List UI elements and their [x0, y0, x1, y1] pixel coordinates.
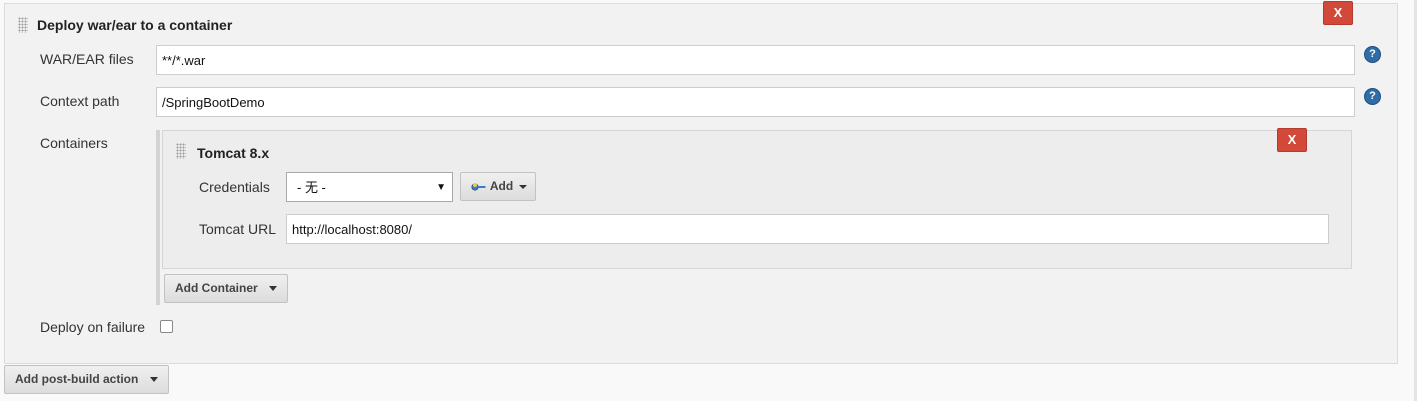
- key-icon: [471, 182, 486, 191]
- war-ear-help-icon[interactable]: ?: [1364, 46, 1381, 63]
- section-title: Deploy war/ear to a container: [37, 17, 233, 33]
- caret-down-icon: [518, 184, 527, 189]
- add-post-build-action-button[interactable]: Add post-build action: [4, 365, 169, 394]
- container-drag-handle-icon[interactable]: [176, 143, 186, 159]
- containers-label: Containers: [40, 135, 108, 151]
- add-container-label: Add Container: [175, 281, 258, 295]
- tomcat-url-label: Tomcat URL: [199, 221, 277, 237]
- delete-section-button[interactable]: X: [1323, 1, 1353, 25]
- deploy-on-failure-checkbox[interactable]: [160, 320, 173, 333]
- caret-down-icon: [149, 377, 158, 383]
- caret-down-icon: [269, 286, 278, 292]
- add-post-build-action-label: Add post-build action: [15, 372, 139, 386]
- war-ear-files-label: WAR/EAR files: [40, 51, 134, 67]
- war-ear-files-input[interactable]: [156, 45, 1355, 75]
- add-container-button[interactable]: Add Container: [164, 274, 289, 303]
- containers-divider: [156, 130, 160, 305]
- context-path-input[interactable]: [156, 87, 1355, 117]
- context-path-label: Context path: [40, 93, 120, 109]
- deploy-war-ear-section: Deploy war/ear to a container X WAR/EAR …: [4, 1, 1398, 364]
- delete-container-button[interactable]: X: [1277, 128, 1307, 152]
- add-credentials-button[interactable]: Add: [460, 172, 536, 201]
- tomcat-url-input[interactable]: [286, 214, 1329, 244]
- containers-list: Tomcat 8.x X Credentials - 无 - ▼ Add Tom…: [156, 128, 1352, 305]
- container-title: Tomcat 8.x: [197, 145, 270, 161]
- credentials-select[interactable]: - 无 - ▼: [286, 172, 453, 202]
- credentials-label: Credentials: [199, 179, 270, 195]
- add-credentials-label: Add: [489, 179, 514, 193]
- credentials-selected-value: - 无 -: [297, 180, 326, 195]
- tomcat-container-panel: Tomcat 8.x X Credentials - 无 - ▼ Add Tom…: [162, 128, 1352, 269]
- context-path-help-icon[interactable]: ?: [1364, 88, 1381, 105]
- chevron-down-icon: ▼: [436, 182, 446, 193]
- drag-handle-icon[interactable]: [18, 17, 28, 33]
- deploy-on-failure-label: Deploy on failure: [40, 319, 146, 335]
